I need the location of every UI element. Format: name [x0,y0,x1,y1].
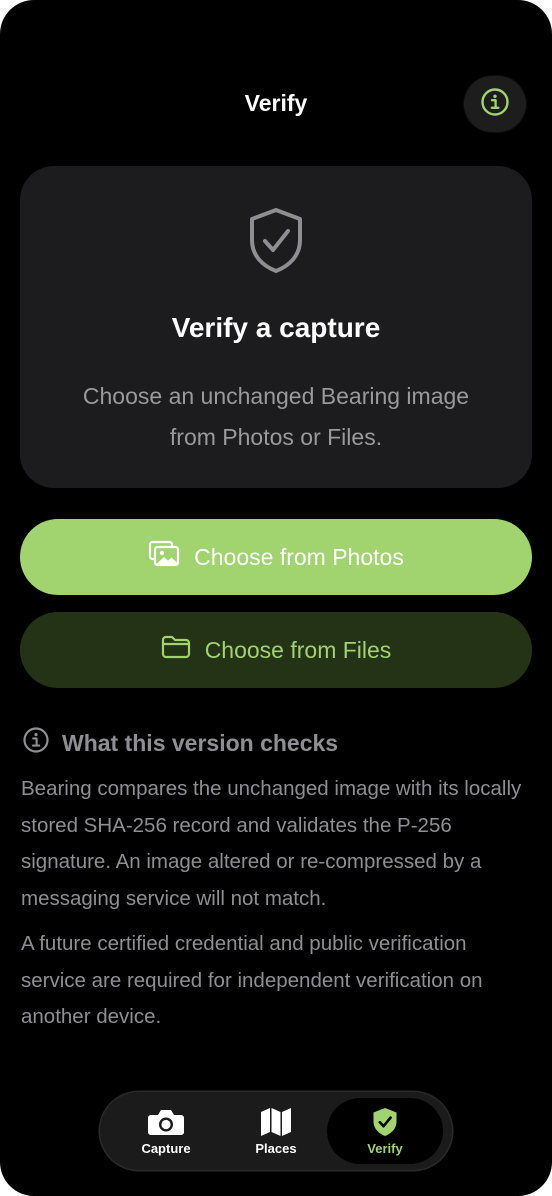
info-circle-icon [22,726,50,760]
checks-paragraph: Bearing compares the unchanged image wit… [21,777,522,910]
info-button[interactable] [464,76,526,132]
shield-check-icon [372,1107,398,1137]
checks-paragraph: A future certified credential and public… [21,932,483,1028]
app-screen: Verify Verify a capture Choose an unchan… [0,0,552,1196]
tab-capture[interactable]: Capture [108,1098,224,1164]
verify-card: Verify a capture Choose an unchanged Bea… [20,166,532,488]
checks-heading-text: What this version checks [62,729,339,756]
photos-icon [148,540,180,574]
folder-icon [161,635,191,665]
card-title: Verify a capture [171,312,381,343]
info-circle-icon [480,87,510,122]
tab-bar: Capture Places Verify [100,1092,452,1170]
map-icon [260,1107,292,1137]
checks-heading: What this version checks [22,726,338,760]
camera-icon [147,1107,185,1137]
tab-places-label: Places [255,1141,297,1156]
tab-verify-label: Verify [367,1141,403,1156]
choose-from-photos-label: Choose from Photos [194,543,404,570]
choose-from-photos-button[interactable]: Choose from Photos [20,519,532,595]
card-subtitle: Choose an unchanged Bearing image from P… [82,383,470,450]
tab-places[interactable]: Places [218,1098,334,1164]
choose-from-files-label: Choose from Files [204,636,392,663]
tab-capture-label: Capture [141,1141,191,1156]
shield-check-icon [246,206,306,281]
choose-from-files-button[interactable]: Choose from Files [20,612,532,688]
tab-verify[interactable]: Verify [327,1098,443,1164]
